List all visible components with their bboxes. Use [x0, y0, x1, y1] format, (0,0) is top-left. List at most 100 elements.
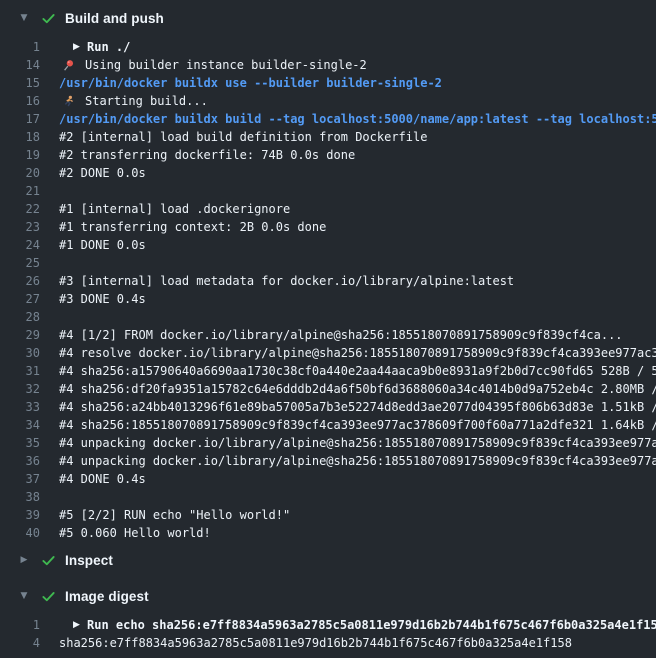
line-content: /usr/bin/docker buildx build --tag local…	[59, 110, 656, 128]
line-number[interactable]: 32	[0, 380, 40, 398]
play-icon[interactable]: ▶	[73, 38, 86, 56]
line-content: #3 [internal] load metadata for docker.i…	[59, 272, 514, 290]
log-line: 34 #4 sha256:185518070891758909c9f839cf4…	[0, 416, 656, 434]
line-number[interactable]: 34	[0, 416, 40, 434]
line-text: #1 DONE 0.0s	[59, 236, 146, 254]
line-number[interactable]: 22	[0, 200, 40, 218]
line-text: #4 sha256:a24bb4013296f61e89ba57005a7b3e…	[59, 398, 656, 416]
line-number[interactable]: 39	[0, 506, 40, 524]
log-line: 27 #3 DONE 0.4s	[0, 290, 656, 308]
line-number[interactable]: 1	[0, 38, 40, 56]
line-text: Run echo sha256:e7ff8834a5963a2785c5a081…	[87, 616, 656, 634]
line-number[interactable]: 29	[0, 326, 40, 344]
line-text: #5 [2/2] RUN echo "Hello world!"	[59, 506, 290, 524]
line-text: Using builder instance builder-single-2	[85, 56, 367, 74]
line-text: #2 [internal] load build definition from…	[59, 128, 427, 146]
step-header-build-and-push[interactable]: ▼ Build and push	[0, 0, 656, 36]
log-line: 30 #4 resolve docker.io/library/alpine@s…	[0, 344, 656, 362]
line-number[interactable]: 33	[0, 398, 40, 416]
line-content: #1 [internal] load .dockerignore	[59, 200, 290, 218]
check-icon	[40, 10, 56, 26]
line-number[interactable]: 15	[0, 74, 40, 92]
line-text: #4 unpacking docker.io/library/alpine@sh…	[59, 434, 656, 452]
line-text: #2 DONE 0.0s	[59, 164, 146, 182]
line-text: Starting build...	[85, 92, 208, 110]
line-number[interactable]: 19	[0, 146, 40, 164]
log-line: 17 /usr/bin/docker buildx build --tag lo…	[0, 110, 656, 128]
line-content: #2 transferring dockerfile: 74B 0.0s don…	[59, 146, 355, 164]
line-number[interactable]: 38	[0, 488, 40, 506]
log-line: 24 #1 DONE 0.0s	[0, 236, 656, 254]
log-line: 15 /usr/bin/docker buildx use --builder …	[0, 74, 656, 92]
line-number[interactable]: 4	[0, 634, 40, 652]
line-content: ▶Run ./	[59, 38, 130, 56]
line-text: #4 sha256:df20fa9351a15782c64e6dddb2d4a6…	[59, 380, 656, 398]
log-section: ▼ Image digest 1 ▶Run echo sha256:e7ff88…	[0, 578, 656, 652]
log-line: 35 #4 unpacking docker.io/library/alpine…	[0, 434, 656, 452]
line-content: sha256:e7ff8834a5963a2785c5a0811e979d16b…	[59, 634, 572, 652]
play-icon[interactable]: ▶	[73, 616, 86, 634]
line-content: #4 sha256:a15790640a6690aa1730c38cf0a440…	[59, 362, 656, 380]
log-line: 26 #3 [internal] load metadata for docke…	[0, 272, 656, 290]
line-text: Run ./	[87, 38, 130, 56]
line-content: #4 sha256:df20fa9351a15782c64e6dddb2d4a6…	[59, 380, 656, 398]
line-content: #3 DONE 0.4s	[59, 290, 146, 308]
step-log-lines: 1 ▶Run ./ 14 Using builder instance buil…	[0, 36, 656, 542]
line-number[interactable]: 28	[0, 308, 40, 326]
step-header-inspect[interactable]: ▶ Inspect	[0, 542, 656, 578]
line-number[interactable]: 20	[0, 164, 40, 182]
chevron-down-icon[interactable]: ▼	[18, 14, 30, 23]
line-number[interactable]: 40	[0, 524, 40, 542]
log-line: 20 #2 DONE 0.0s	[0, 164, 656, 182]
chevron-right-icon[interactable]: ▶	[18, 556, 30, 565]
line-content: #4 sha256:185518070891758909c9f839cf4ca3…	[59, 416, 656, 434]
step-header-image-digest[interactable]: ▼ Image digest	[0, 578, 656, 614]
line-text: #4 DONE 0.4s	[59, 470, 146, 488]
line-content: #5 0.060 Hello world!	[59, 524, 211, 542]
line-text: #4 unpacking docker.io/library/alpine@sh…	[59, 452, 656, 470]
line-content: #1 DONE 0.0s	[59, 236, 146, 254]
line-content: Using builder instance builder-single-2	[59, 56, 367, 74]
line-content: #5 [2/2] RUN echo "Hello world!"	[59, 506, 290, 524]
line-number[interactable]: 1	[0, 616, 40, 634]
log-line: 14 Using builder instance builder-single…	[0, 56, 656, 74]
log-line: 25	[0, 254, 656, 272]
line-number[interactable]: 21	[0, 182, 40, 200]
line-number[interactable]: 31	[0, 362, 40, 380]
check-icon	[40, 552, 56, 568]
line-number[interactable]: 18	[0, 128, 40, 146]
log-line: 31 #4 sha256:a15790640a6690aa1730c38cf0a…	[0, 362, 656, 380]
log-line: 1 ▶Run echo sha256:e7ff8834a5963a2785c5a…	[0, 616, 656, 634]
line-text: #2 transferring dockerfile: 74B 0.0s don…	[59, 146, 355, 164]
step-log-lines: 1 ▶Run echo sha256:e7ff8834a5963a2785c5a…	[0, 614, 656, 652]
log-line: 21	[0, 182, 656, 200]
actions-log-viewer: ▼ Build and push 1 ▶Run ./ 14 Using buil…	[0, 0, 656, 652]
line-number[interactable]: 23	[0, 218, 40, 236]
log-line: 1 ▶Run ./	[0, 38, 656, 56]
log-line: 23 #1 transferring context: 2B 0.0s done	[0, 218, 656, 236]
line-content: #1 transferring context: 2B 0.0s done	[59, 218, 326, 236]
log-line: 40 #5 0.060 Hello world!	[0, 524, 656, 542]
line-number[interactable]: 25	[0, 254, 40, 272]
line-number[interactable]: 17	[0, 110, 40, 128]
log-line: 28	[0, 308, 656, 326]
line-text: #1 [internal] load .dockerignore	[59, 200, 290, 218]
step-title: Image digest	[65, 589, 149, 604]
chevron-down-icon[interactable]: ▼	[18, 592, 30, 601]
line-number[interactable]: 36	[0, 452, 40, 470]
line-number[interactable]: 26	[0, 272, 40, 290]
line-number[interactable]: 16	[0, 92, 40, 110]
line-number[interactable]: 24	[0, 236, 40, 254]
line-number[interactable]: 37	[0, 470, 40, 488]
line-number[interactable]: 27	[0, 290, 40, 308]
line-text: #4 [1/2] FROM docker.io/library/alpine@s…	[59, 326, 623, 344]
line-content: ▶Run echo sha256:e7ff8834a5963a2785c5a08…	[59, 616, 656, 634]
line-content: #2 DONE 0.0s	[59, 164, 146, 182]
line-text: sha256:e7ff8834a5963a2785c5a0811e979d16b…	[59, 634, 572, 652]
line-number[interactable]: 30	[0, 344, 40, 362]
line-number[interactable]: 35	[0, 434, 40, 452]
log-section: ▶ Inspect	[0, 542, 656, 578]
line-content: #4 [1/2] FROM docker.io/library/alpine@s…	[59, 326, 623, 344]
line-number[interactable]: 14	[0, 56, 40, 74]
line-text: #4 sha256:a15790640a6690aa1730c38cf0a440…	[59, 362, 656, 380]
